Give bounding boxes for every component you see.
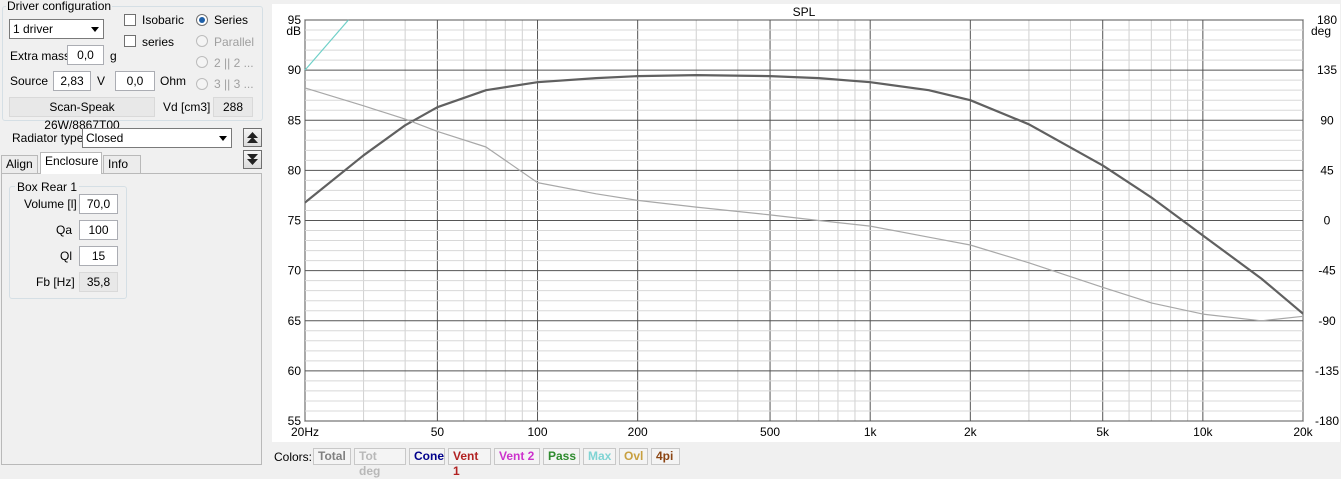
chevron-down-icon xyxy=(219,136,227,141)
radio-2-2[interactable] xyxy=(196,56,208,68)
source-impedance-unit: Ohm xyxy=(160,74,187,88)
series-radio-label: Series xyxy=(214,13,249,27)
y-tick-label: 90 xyxy=(288,63,302,77)
y2-tick-label: -135 xyxy=(1315,364,1339,378)
chart-title: SPL xyxy=(793,5,816,19)
y-tick-label: 85 xyxy=(288,113,302,127)
y-tick-label: 70 xyxy=(288,264,302,278)
double-down-arrow-icon xyxy=(247,154,258,165)
parallel-radio-label: Parallel xyxy=(214,35,255,49)
x-tick-label: 100 xyxy=(528,425,548,439)
driver-count-value: 1 driver xyxy=(13,22,54,36)
x-tick-label: 1k xyxy=(864,425,878,439)
y2-tick-label: 135 xyxy=(1317,63,1337,77)
extra-mass-input[interactable]: 0,0 xyxy=(67,45,104,65)
isobaric-label: Isobaric xyxy=(142,13,185,27)
isobaric-checkbox[interactable] xyxy=(124,14,136,26)
driver-name: Scan-Speak 26W/8867T00 xyxy=(9,97,155,132)
y2-tick-label: -180 xyxy=(1315,414,1339,428)
double-up-arrow-icon xyxy=(247,132,258,143)
radiator-type-select[interactable]: Closed xyxy=(82,128,232,148)
y2-tick-label: 180 xyxy=(1317,13,1337,27)
legend-item-vent-2[interactable]: Vent 2 xyxy=(494,448,540,465)
colors-label: Colors: xyxy=(274,450,313,464)
driver-config-title: Driver configuration xyxy=(6,0,113,13)
radio-3-3[interactable] xyxy=(196,78,208,90)
y2-tick-label: -90 xyxy=(1318,314,1336,328)
y-tick-label: 95 xyxy=(288,13,302,27)
y2-tick-label: 0 xyxy=(1324,214,1331,228)
extra-mass-label: Extra mass xyxy=(10,49,71,63)
ql-label: Ql xyxy=(60,249,72,263)
tab-enclosure[interactable]: Enclosure xyxy=(40,152,102,174)
legend-item-tot-deg[interactable]: Tot deg xyxy=(354,448,406,478)
series-checkbox-label: series xyxy=(142,35,175,49)
y2-tick-label: 90 xyxy=(1320,113,1334,127)
radiator-type-label: Radiator type xyxy=(12,131,84,145)
y-tick-label: 75 xyxy=(288,214,302,228)
qa-label: Qa xyxy=(56,223,73,237)
ql-input[interactable]: 15 xyxy=(79,246,118,266)
legend-item-pass[interactable]: Pass xyxy=(543,448,580,465)
y-tick-label: 65 xyxy=(288,314,302,328)
tab-align[interactable]: Align xyxy=(1,155,38,174)
x-tick-label: 200 xyxy=(628,425,648,439)
x-tick-label: 50 xyxy=(431,425,445,439)
x-tick-label: 2k xyxy=(964,425,978,439)
x-tick-label: 20Hz xyxy=(291,425,319,439)
y2-tick-label: -45 xyxy=(1318,264,1336,278)
series-checkbox[interactable] xyxy=(124,35,136,47)
radio-3-3-label: 3 || 3 ... xyxy=(214,77,254,91)
y2-tick-label: 45 xyxy=(1320,163,1334,177)
source-label: Source xyxy=(10,74,49,88)
left-panel: Driver configuration 1 driver Isobaric s… xyxy=(0,0,266,467)
tab-info[interactable]: Info xyxy=(103,155,141,174)
x-tick-label: 10k xyxy=(1193,425,1213,439)
x-tick-label: 20k xyxy=(1293,425,1313,439)
x-tick-label: 5k xyxy=(1096,425,1110,439)
legend-item-4pi[interactable]: 4pi xyxy=(651,448,680,465)
fb-label: Fb [Hz] xyxy=(36,275,75,289)
volume-label: Volume [l] xyxy=(24,197,77,211)
y-tick-label: 60 xyxy=(288,364,302,378)
qa-input[interactable]: 100 xyxy=(79,220,118,240)
legend-item-cone[interactable]: Cone xyxy=(409,448,445,465)
radio-2-2-label: 2 || 2 ... xyxy=(214,56,254,70)
series-radio[interactable] xyxy=(196,14,208,26)
driver-count-select[interactable]: 1 driver xyxy=(9,19,104,39)
x-tick-label: 500 xyxy=(760,425,780,439)
box-rear-title: Box Rear 1 xyxy=(15,180,80,194)
source-voltage-input[interactable]: 2,83 xyxy=(53,71,91,91)
legend-item-ovl[interactable]: Ovl xyxy=(619,448,648,465)
vd-value: 288 xyxy=(213,97,253,117)
spl-chart-area: SPL dB deg 95 90 85 80 75 70 65 60 55 180 135 90 45 0 -45… xyxy=(272,4,1340,442)
fb-value: 35,8 xyxy=(79,272,118,292)
parallel-radio[interactable] xyxy=(196,35,208,47)
extra-mass-unit: g xyxy=(110,49,117,63)
spl-chart: SPLdB deg95908580757065605518013590450-45… xyxy=(286,5,1339,439)
legend-item-total[interactable]: Total xyxy=(313,448,351,465)
volume-input[interactable]: 70,0 xyxy=(79,194,118,214)
radiator-type-value: Closed xyxy=(86,131,124,145)
source-voltage-unit: V xyxy=(97,74,106,88)
scroll-up-button[interactable] xyxy=(243,128,262,147)
scroll-down-button[interactable] xyxy=(243,150,262,169)
vd-label: Vd [cm3] xyxy=(163,100,211,114)
y-tick-label: 80 xyxy=(288,163,302,177)
chevron-down-icon xyxy=(91,27,99,32)
legend-item-vent-1[interactable]: Vent 1 xyxy=(448,448,491,478)
source-impedance-input[interactable]: 0,0 xyxy=(115,71,155,91)
legend-item-max[interactable]: Max xyxy=(583,448,616,465)
